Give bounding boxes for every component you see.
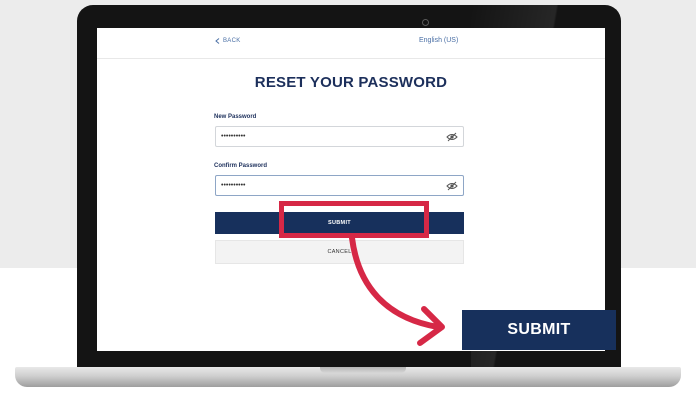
submit-callout-button[interactable]: SUBMIT [462,310,616,350]
